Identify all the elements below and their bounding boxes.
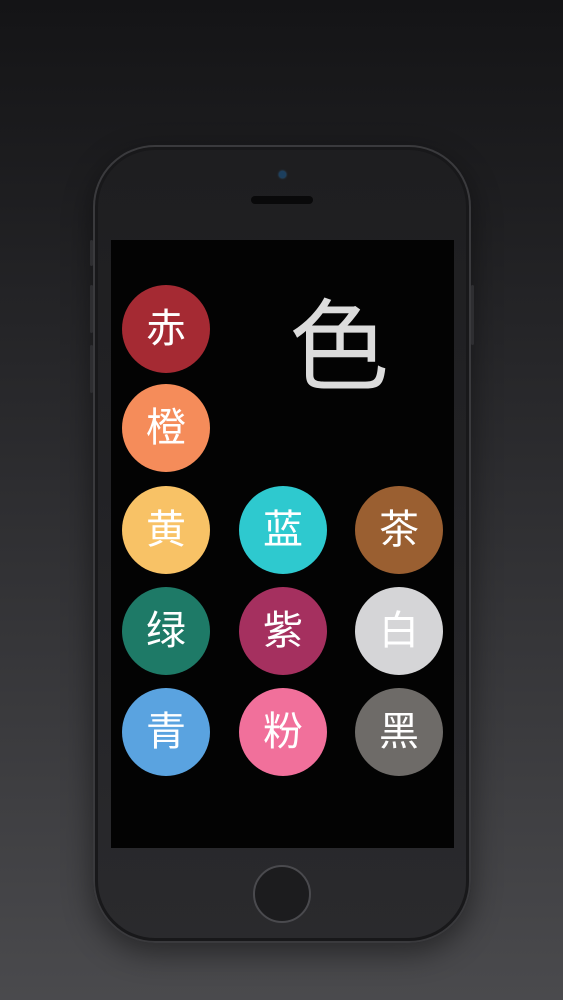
app-screen: 色 赤 橙 黄 蓝 茶 绿 紫 白 青 粉 黑 [111, 240, 454, 848]
earpiece-speaker [251, 196, 313, 204]
color-label-cha: 茶 [379, 507, 419, 553]
front-camera [279, 171, 286, 178]
color-button-cha[interactable]: 茶 [355, 486, 443, 574]
volume-down-button [90, 345, 93, 393]
volume-up-button [90, 285, 93, 333]
color-label-midori: 绿 [146, 608, 186, 654]
color-title-character: 色 [289, 289, 389, 406]
power-button [471, 285, 474, 345]
color-label-kuro: 黑 [379, 709, 419, 755]
home-button[interactable] [253, 865, 311, 923]
color-button-shiro[interactable]: 白 [355, 587, 443, 675]
color-label-daidai: 橙 [146, 405, 186, 451]
color-button-daidai[interactable]: 橙 [122, 384, 210, 472]
color-label-murasaki: 紫 [263, 608, 303, 654]
color-button-ao[interactable]: 青 [122, 688, 210, 776]
color-label-shiro: 白 [379, 608, 419, 654]
mute-switch [90, 240, 93, 266]
color-button-ki[interactable]: 黄 [122, 486, 210, 574]
color-button-momo[interactable]: 粉 [239, 688, 327, 776]
color-label-momo: 粉 [263, 709, 303, 755]
color-label-ao: 青 [146, 709, 186, 755]
phone-frame: 色 赤 橙 黄 蓝 茶 绿 紫 白 青 粉 黑 [90, 145, 474, 943]
color-label-ai: 蓝 [263, 507, 303, 553]
color-label-aka: 赤 [146, 306, 186, 352]
color-button-murasaki[interactable]: 紫 [239, 587, 327, 675]
color-label-ki: 黄 [146, 507, 186, 553]
color-button-ai[interactable]: 蓝 [239, 486, 327, 574]
color-button-midori[interactable]: 绿 [122, 587, 210, 675]
color-button-kuro[interactable]: 黑 [355, 688, 443, 776]
color-button-aka[interactable]: 赤 [122, 285, 210, 373]
